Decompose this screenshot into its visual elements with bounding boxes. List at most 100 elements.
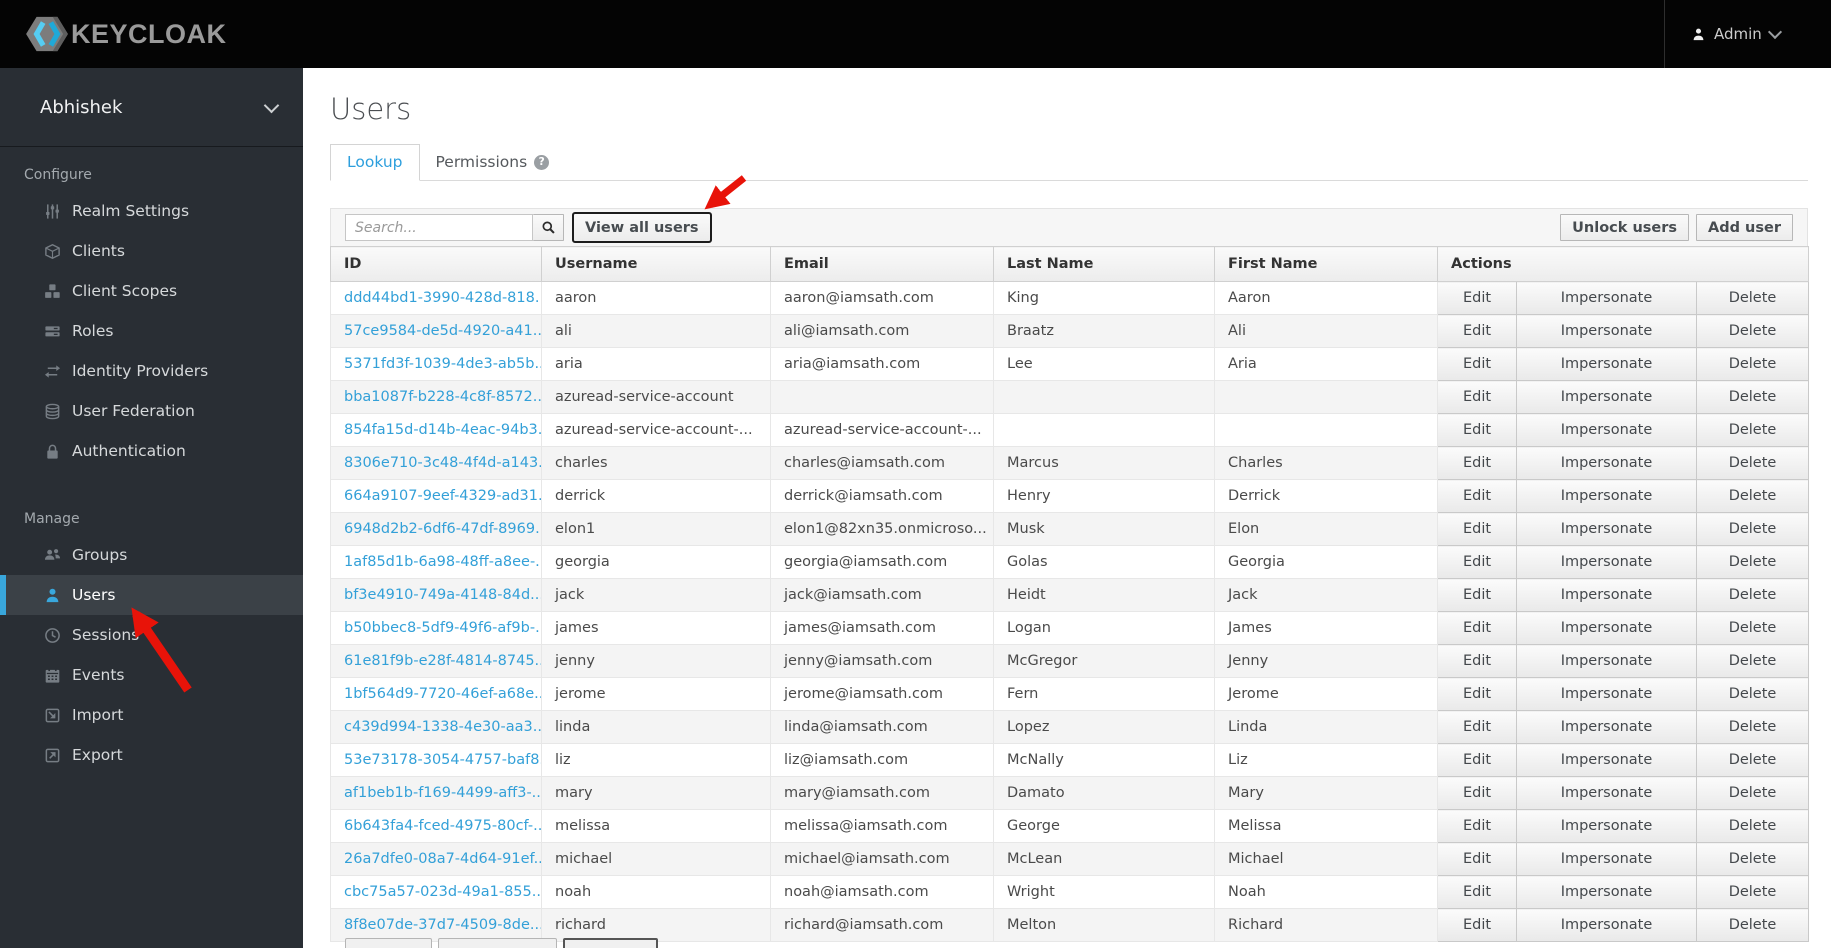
delete-action-button[interactable]: Delete bbox=[1695, 644, 1810, 678]
edit-action-button[interactable]: Edit bbox=[1437, 743, 1517, 777]
search-button[interactable] bbox=[533, 214, 564, 241]
user-id-link[interactable]: 854fa15d-d14b-4eac-94b3... bbox=[344, 422, 541, 438]
impersonate-action-button[interactable]: Impersonate bbox=[1516, 710, 1697, 744]
edit-action-button[interactable]: Edit bbox=[1437, 809, 1517, 843]
sidebar-item-users[interactable]: Users bbox=[0, 575, 303, 615]
delete-action-button[interactable]: Delete bbox=[1695, 512, 1810, 546]
search-input[interactable] bbox=[345, 214, 533, 241]
edit-action-button[interactable]: Edit bbox=[1437, 842, 1517, 876]
delete-action-button[interactable]: Delete bbox=[1695, 875, 1810, 909]
user-id-link[interactable]: af1beb1b-f169-4499-aff3-... bbox=[344, 785, 541, 801]
user-id-link[interactable]: 664a9107-9eef-4329-ad31... bbox=[344, 488, 541, 504]
impersonate-action-button[interactable]: Impersonate bbox=[1516, 908, 1697, 942]
delete-action-button[interactable]: Delete bbox=[1695, 347, 1810, 381]
edit-action-button[interactable]: Edit bbox=[1437, 314, 1517, 348]
edit-action-button[interactable]: Edit bbox=[1437, 413, 1517, 447]
delete-action-button[interactable]: Delete bbox=[1695, 413, 1810, 447]
impersonate-action-button[interactable]: Impersonate bbox=[1516, 776, 1697, 810]
delete-action-button[interactable]: Delete bbox=[1695, 908, 1810, 942]
impersonate-action-button[interactable]: Impersonate bbox=[1516, 314, 1697, 348]
user-id-link[interactable]: 26a7dfe0-08a7-4d64-91ef... bbox=[344, 851, 541, 867]
impersonate-action-button[interactable]: Impersonate bbox=[1516, 809, 1697, 843]
user-id-link[interactable]: 6b643fa4-fced-4975-80cf-... bbox=[344, 818, 541, 834]
impersonate-action-button[interactable]: Impersonate bbox=[1516, 347, 1697, 381]
edit-action-button[interactable]: Edit bbox=[1437, 875, 1517, 909]
impersonate-action-button[interactable]: Impersonate bbox=[1516, 677, 1697, 711]
tab-lookup[interactable]: Lookup bbox=[330, 144, 420, 181]
unlock-users-button[interactable]: Unlock users bbox=[1560, 214, 1690, 241]
impersonate-action-button[interactable]: Impersonate bbox=[1516, 743, 1697, 777]
impersonate-action-button[interactable]: Impersonate bbox=[1516, 875, 1697, 909]
tab-permissions[interactable]: Permissions ? bbox=[420, 145, 566, 180]
user-id-link[interactable]: bf3e4910-749a-4148-84d... bbox=[344, 587, 541, 603]
pagination-button[interactable] bbox=[438, 938, 557, 948]
view-all-users-button[interactable]: View all users bbox=[572, 212, 712, 243]
edit-action-button[interactable]: Edit bbox=[1437, 611, 1517, 645]
sidebar-item-roles[interactable]: Roles bbox=[0, 311, 303, 351]
delete-action-button[interactable]: Delete bbox=[1695, 677, 1810, 711]
delete-action-button[interactable]: Delete bbox=[1695, 710, 1810, 744]
pagination-button[interactable] bbox=[563, 938, 658, 948]
impersonate-action-button[interactable]: Impersonate bbox=[1516, 281, 1697, 315]
sidebar-item-clients[interactable]: Clients bbox=[0, 231, 303, 271]
impersonate-action-button[interactable]: Impersonate bbox=[1516, 611, 1697, 645]
add-user-button[interactable]: Add user bbox=[1696, 214, 1793, 241]
edit-action-button[interactable]: Edit bbox=[1437, 512, 1517, 546]
edit-action-button[interactable]: Edit bbox=[1437, 545, 1517, 579]
delete-action-button[interactable]: Delete bbox=[1695, 479, 1810, 513]
sidebar-item-user-federation[interactable]: User Federation bbox=[0, 391, 303, 431]
edit-action-button[interactable]: Edit bbox=[1437, 380, 1517, 414]
edit-action-button[interactable]: Edit bbox=[1437, 677, 1517, 711]
user-id-link[interactable]: cbc75a57-023d-49a1-855... bbox=[344, 884, 541, 900]
delete-action-button[interactable]: Delete bbox=[1695, 809, 1810, 843]
user-id-link[interactable]: 6948d2b2-6df6-47df-8969... bbox=[344, 521, 541, 537]
user-id-link[interactable]: c439d994-1338-4e30-aa3... bbox=[344, 719, 541, 735]
realm-selector[interactable]: Abhishek bbox=[0, 68, 303, 147]
edit-action-button[interactable]: Edit bbox=[1437, 776, 1517, 810]
sidebar-item-groups[interactable]: Groups bbox=[0, 535, 303, 575]
pagination-button[interactable] bbox=[345, 938, 432, 948]
user-id-link[interactable]: 53e73178-3054-4757-baf8... bbox=[344, 752, 541, 768]
sidebar-item-export[interactable]: Export bbox=[0, 735, 303, 775]
user-id-link[interactable]: 8306e710-3c48-4f4d-a143... bbox=[344, 455, 541, 471]
user-id-link[interactable]: 61e81f9b-e28f-4814-8745... bbox=[344, 653, 541, 669]
user-id-link[interactable]: 1af85d1b-6a98-48ff-a8ee-... bbox=[344, 554, 541, 570]
edit-action-button[interactable]: Edit bbox=[1437, 644, 1517, 678]
user-id-link[interactable]: bba1087f-b228-4c8f-8572... bbox=[344, 389, 541, 405]
admin-user-menu[interactable]: Admin bbox=[1664, 0, 1831, 68]
edit-action-button[interactable]: Edit bbox=[1437, 347, 1517, 381]
sidebar-item-import[interactable]: Import bbox=[0, 695, 303, 735]
impersonate-action-button[interactable]: Impersonate bbox=[1516, 578, 1697, 612]
edit-action-button[interactable]: Edit bbox=[1437, 578, 1517, 612]
delete-action-button[interactable]: Delete bbox=[1695, 776, 1810, 810]
impersonate-action-button[interactable]: Impersonate bbox=[1516, 479, 1697, 513]
delete-action-button[interactable]: Delete bbox=[1695, 314, 1810, 348]
edit-action-button[interactable]: Edit bbox=[1437, 281, 1517, 315]
sidebar-item-events[interactable]: Events bbox=[0, 655, 303, 695]
sidebar-item-sessions[interactable]: Sessions bbox=[0, 615, 303, 655]
user-id-link[interactable]: 8f8e07de-37d7-4509-8de... bbox=[344, 917, 541, 933]
impersonate-action-button[interactable]: Impersonate bbox=[1516, 545, 1697, 579]
delete-action-button[interactable]: Delete bbox=[1695, 281, 1810, 315]
sidebar-item-client-scopes[interactable]: Client Scopes bbox=[0, 271, 303, 311]
delete-action-button[interactable]: Delete bbox=[1695, 743, 1810, 777]
delete-action-button[interactable]: Delete bbox=[1695, 578, 1810, 612]
user-id-link[interactable]: 57ce9584-de5d-4920-a41... bbox=[344, 323, 541, 339]
edit-action-button[interactable]: Edit bbox=[1437, 710, 1517, 744]
sidebar-item-realm-settings[interactable]: Realm Settings bbox=[0, 191, 303, 231]
impersonate-action-button[interactable]: Impersonate bbox=[1516, 380, 1697, 414]
user-id-link[interactable]: ddd44bd1-3990-428d-818... bbox=[344, 290, 541, 306]
impersonate-action-button[interactable]: Impersonate bbox=[1516, 512, 1697, 546]
user-id-link[interactable]: b50bbec8-5df9-49f6-af9b-... bbox=[344, 620, 541, 636]
impersonate-action-button[interactable]: Impersonate bbox=[1516, 842, 1697, 876]
edit-action-button[interactable]: Edit bbox=[1437, 908, 1517, 942]
delete-action-button[interactable]: Delete bbox=[1695, 380, 1810, 414]
sidebar-item-authentication[interactable]: Authentication bbox=[0, 431, 303, 471]
user-id-link[interactable]: 1bf564d9-7720-46ef-a68e... bbox=[344, 686, 541, 702]
edit-action-button[interactable]: Edit bbox=[1437, 479, 1517, 513]
impersonate-action-button[interactable]: Impersonate bbox=[1516, 446, 1697, 480]
delete-action-button[interactable]: Delete bbox=[1695, 545, 1810, 579]
impersonate-action-button[interactable]: Impersonate bbox=[1516, 644, 1697, 678]
user-id-link[interactable]: 5371fd3f-1039-4de3-ab5b... bbox=[344, 356, 541, 372]
delete-action-button[interactable]: Delete bbox=[1695, 446, 1810, 480]
